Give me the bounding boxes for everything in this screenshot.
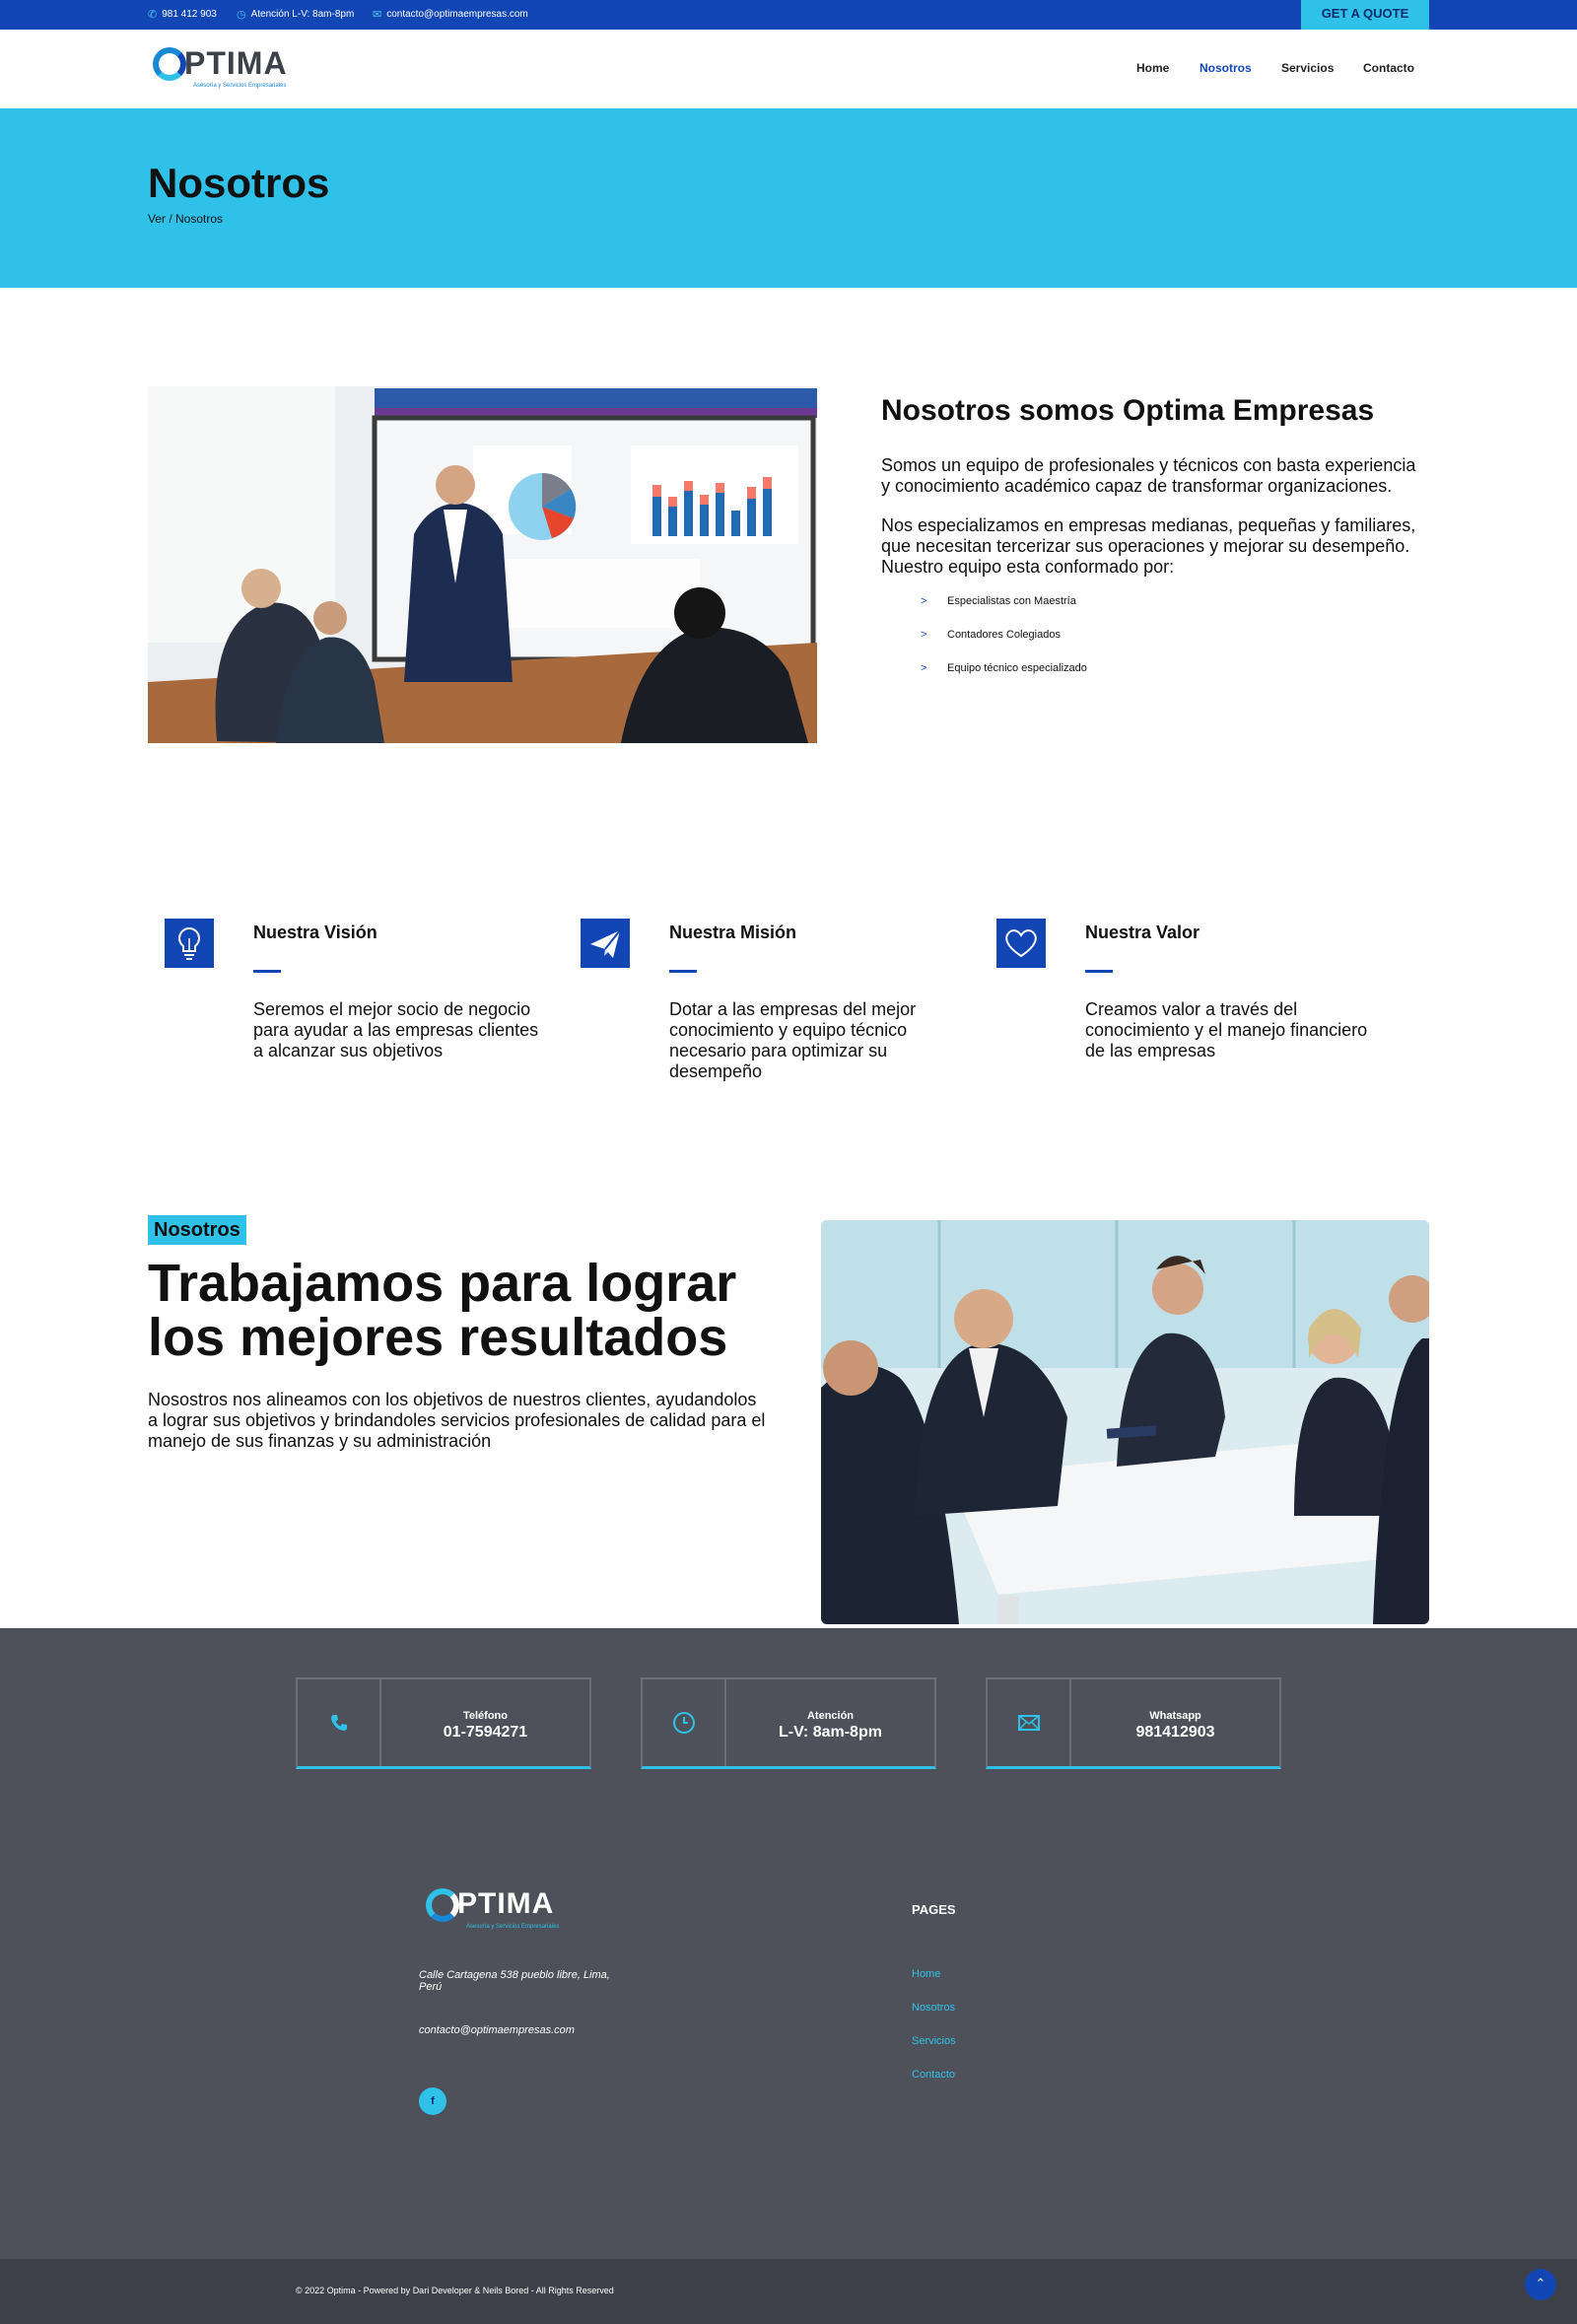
divider: [669, 970, 697, 973]
arrow-icon: >: [921, 629, 927, 641]
feature-title: Nuestra Visión: [253, 923, 377, 942]
about-title: Nosotros somos Optima Empresas: [881, 394, 1375, 427]
footer-link-contacto[interactable]: Contacto: [912, 2069, 955, 2081]
list-item: > Especialistas con Maestría: [921, 595, 1087, 607]
contact-box-phone[interactable]: Teléfono 01-7594271: [296, 1677, 591, 1769]
nav-home[interactable]: Home: [1136, 61, 1169, 75]
footer-link-home[interactable]: Home: [912, 1968, 940, 1980]
logo[interactable]: PTIMA Asesoría y Servicios Empresariales: [153, 45, 288, 89]
footer-address: Calle Cartagena 538 pueblo libre, Lima, …: [419, 1969, 610, 1993]
nav-nosotros[interactable]: Nosotros: [1200, 61, 1252, 75]
feature-text: Seremos el mejor socio de negocio para a…: [253, 999, 539, 1060]
about-paragraph-1: Somos un equipo de profesionales y técni…: [881, 455, 1416, 496]
mail-icon: [988, 1679, 1071, 1766]
footer-logo-tagline: Asesoría y Servicios Empresariales: [466, 1924, 560, 1930]
feature-title: Nuestra Misión: [669, 923, 797, 942]
feature-text: Dotar a las empresas del mejor conocimie…: [669, 999, 917, 1081]
mail-icon: ✉: [373, 8, 382, 21]
bottom-bar: [0, 2259, 1577, 2324]
nav-contacto[interactable]: Contacto: [1363, 61, 1414, 75]
arrow-icon: >: [921, 662, 927, 674]
topbar-phone[interactable]: ✆ 981 412 903: [148, 9, 217, 20]
chevron-up-icon: ⌃: [1535, 2276, 1546, 2290]
contact-box-value: L-V: 8am-8pm: [779, 1724, 882, 1741]
facebook-icon[interactable]: f: [419, 2087, 446, 2115]
presentation-illustration: [148, 386, 817, 743]
logo-tagline: Asesoría y Servicios Empresariales: [193, 83, 287, 89]
footer-link-nosotros[interactable]: Nosotros: [912, 2002, 955, 2014]
contact-box-label: Whatsapp: [1149, 1710, 1201, 1722]
team-illustration: [821, 1220, 1429, 1624]
business-team-image: [821, 1220, 1429, 1624]
contact-box-label: Atención: [806, 1710, 855, 1722]
feature-text: Creamos valor a través del conocimiento …: [1085, 999, 1368, 1060]
topbar-hours: ◷ Atención L-V: 8am-8pm: [237, 9, 354, 20]
logo-mark: [153, 47, 186, 81]
topbar-hours-text: Atención L-V: 8am-8pm: [250, 9, 355, 20]
contact-box-label: Teléfono: [462, 1710, 508, 1722]
topbar-phone-text: 981 412 903: [162, 9, 217, 20]
feature-value: Nuestra Valor Creamos valor a través del…: [996, 917, 1371, 1074]
footer-email[interactable]: contacto@optimaempresas.com: [419, 2024, 575, 2036]
clock-icon: ◷: [237, 8, 246, 21]
top-bar: ✆ 981 412 903 ◷ Atención L-V: 8am-8pm ✉ …: [0, 0, 1577, 30]
breadcrumb: Ver / Nosotros: [148, 212, 224, 226]
topbar-email-text: contacto@optimaempresas.com: [386, 9, 528, 20]
get-a-quote-button[interactable]: GET A QUOTE: [1301, 0, 1429, 30]
scroll-top-button[interactable]: ⌃: [1525, 2269, 1556, 2300]
heart-icon: [996, 919, 1046, 968]
contact-box-whatsapp[interactable]: Whatsapp 981412903: [986, 1677, 1281, 1769]
feature-title: Nuestra Valor: [1085, 923, 1200, 942]
copyright: © 2022 Optima - Powered by Dari Develope…: [296, 2286, 614, 2295]
lightbulb-icon: [165, 919, 214, 968]
list-item: > Equipo técnico especializado: [921, 662, 1087, 674]
footer-logo-mark: [426, 1888, 459, 1922]
list-item-text: Contadores Colegiados: [947, 629, 1061, 641]
footer-logo-text: PTIMA: [457, 1887, 555, 1920]
phone-icon: [298, 1679, 381, 1766]
footer-link-servicios[interactable]: Servicios: [912, 2035, 956, 2047]
logo-text: PTIMA: [184, 45, 288, 81]
footer-pages-title: PAGES: [912, 1902, 956, 1917]
divider: [1085, 970, 1113, 973]
clock-icon: [643, 1679, 726, 1766]
list-item-text: Equipo técnico especializado: [947, 662, 1087, 674]
section-text: Nosostros nos alineamos con los objetivo…: [148, 1390, 766, 1451]
about-list: > Especialistas con Maestría > Contadores …: [921, 595, 1087, 696]
arrow-icon: >: [921, 595, 927, 607]
page-title: Nosotros: [148, 160, 330, 206]
contact-box-value: 01-7594271: [443, 1724, 528, 1741]
divider: [253, 970, 281, 973]
footer-logo[interactable]: PTIMA Asesoría y Servicios Empresariales: [426, 1887, 559, 1930]
contact-box-hours: Atención L-V: 8am-8pm: [641, 1677, 936, 1769]
presentation-meeting-image: [148, 386, 817, 743]
page-hero: Nosotros Ver / Nosotros: [0, 108, 1577, 288]
main-nav: PTIMA Asesoría y Servicios Empresariales…: [0, 30, 1577, 108]
contact-box-value: 981412903: [1135, 1724, 1215, 1741]
list-item: > Contadores Colegiados: [921, 629, 1087, 641]
topbar-email[interactable]: ✉ contacto@optimaempresas.com: [373, 9, 528, 20]
list-item-text: Especialistas con Maestría: [947, 595, 1076, 607]
paper-plane-icon: [581, 919, 630, 968]
feature-vision: Nuestra Visión Seremos el mejor socio de…: [165, 917, 539, 1074]
nav-servicios[interactable]: Servicios: [1281, 61, 1334, 75]
section-title: Trabajamos para lograr los mejores resul…: [148, 1254, 737, 1367]
phone-icon: ✆: [148, 8, 158, 21]
feature-mission: Nuestra Misión Dotar a las empresas del …: [581, 917, 955, 1081]
about-paragraph-2: Nos especializamos en empresas medianas,…: [881, 515, 1416, 577]
section-tag: Nosotros: [148, 1215, 246, 1245]
